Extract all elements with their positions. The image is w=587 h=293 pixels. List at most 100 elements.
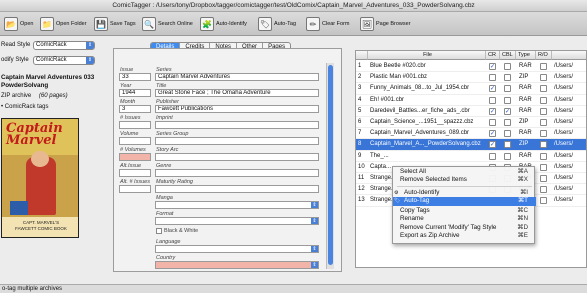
table-row[interactable]: 3 Funny_Animals_08...to_Jul_1954.cbr ✓ RAR /… bbox=[356, 83, 586, 95]
ro-checkbox[interactable] bbox=[540, 130, 547, 138]
menu-item[interactable]: Copy Tags ⌘C bbox=[393, 207, 536, 215]
ro-checkbox[interactable] bbox=[540, 119, 547, 126]
row-file: Captain_Science_...1951__spazzz.cbz bbox=[370, 119, 474, 125]
search-online-button[interactable]: 🔍 Search Online bbox=[142, 15, 193, 33]
alt-num-issues-field[interactable] bbox=[119, 185, 151, 193]
open-folder-button[interactable]: 📁 Open Folder bbox=[40, 15, 87, 33]
ro-checkbox[interactable] bbox=[540, 107, 547, 115]
column-header-cr[interactable]: CR bbox=[486, 51, 500, 60]
ro-checkbox[interactable] bbox=[540, 163, 547, 171]
menu-item[interactable]: Rename ⌘N bbox=[393, 215, 536, 223]
cbl-checkbox[interactable] bbox=[504, 74, 511, 82]
menu-item[interactable]: Select All ⌘A bbox=[393, 168, 536, 176]
num-volumes-field[interactable] bbox=[119, 153, 151, 161]
series-group-field[interactable] bbox=[155, 137, 319, 145]
bw-label: Black & White bbox=[164, 228, 199, 234]
alt-issue-field[interactable] bbox=[119, 169, 151, 177]
imprint-field[interactable] bbox=[155, 121, 319, 129]
story-arc-field[interactable] bbox=[155, 153, 319, 161]
table-row[interactable]: 9 The_... RAR/Users/ bbox=[356, 151, 586, 162]
row-index: 9 bbox=[358, 152, 362, 159]
cbl-checkbox[interactable] bbox=[504, 119, 511, 126]
cr-checkbox[interactable] bbox=[489, 152, 496, 160]
modify-style-select[interactable]: ComicRack ⇕ bbox=[33, 56, 95, 65]
month-field[interactable]: 3 bbox=[119, 105, 151, 113]
table-row[interactable]: 6 Captain_Science_...1951__spazzz.cbz ZIP /… bbox=[356, 117, 586, 129]
format-select[interactable]: ⇕ bbox=[155, 217, 319, 225]
row-path: /Users/ bbox=[554, 130, 574, 137]
save-tags-label: Save Tags bbox=[110, 21, 136, 27]
cr-checkbox[interactable]: ✓ bbox=[489, 107, 496, 115]
cr-checkbox[interactable] bbox=[489, 96, 496, 104]
genre-field[interactable] bbox=[155, 169, 319, 177]
details-scrollbar-thumb[interactable] bbox=[328, 65, 333, 265]
publisher-field[interactable]: Fawcett Publications bbox=[155, 105, 319, 113]
column-header-index[interactable] bbox=[356, 51, 368, 60]
table-row[interactable]: 8 Captain_Marvel_A..._PowderSolvang.cbz ✓ Z… bbox=[356, 139, 586, 151]
column-header-cbl[interactable]: CBL bbox=[500, 51, 516, 60]
table-row[interactable]: 5 Daredevil_Battles...er_fiche_ads_.cbr ✓ ✓… bbox=[356, 106, 586, 117]
modify-style-value: ComicRack bbox=[36, 57, 67, 63]
row-type: RAR bbox=[519, 130, 532, 137]
read-style-select[interactable]: ComicRack ⇕ bbox=[33, 41, 95, 50]
cbl-checkbox[interactable] bbox=[504, 130, 511, 138]
manga-select[interactable]: ⇕ bbox=[155, 201, 319, 209]
title-field[interactable]: Great Stone Face ; The Omaha Adventure bbox=[155, 89, 319, 97]
cover-image[interactable]: Captain Marvel CAPT. MARVEL'S FAWCETT CO… bbox=[1, 118, 79, 238]
cr-checkbox[interactable]: ✓ bbox=[489, 85, 496, 93]
cbl-checkbox[interactable] bbox=[504, 85, 511, 93]
issue-field[interactable]: 33 bbox=[119, 73, 151, 81]
cbl-checkbox[interactable] bbox=[504, 141, 511, 149]
row-type: RAR bbox=[519, 63, 532, 69]
maturity-field[interactable] bbox=[155, 185, 319, 193]
bw-checkbox[interactable] bbox=[156, 228, 162, 234]
column-header-path[interactable] bbox=[552, 51, 586, 60]
ro-checkbox[interactable] bbox=[540, 96, 547, 104]
clear-form-button[interactable]: ✏ Clear Form bbox=[306, 15, 350, 33]
menu-item[interactable]: 🏷 Auto-Tag ⌘T bbox=[393, 197, 536, 206]
table-row[interactable]: 4 Eh! #001.cbr RAR/Users/ bbox=[356, 95, 586, 106]
ro-checkbox[interactable] bbox=[540, 74, 547, 82]
menu-item[interactable]: Remove Current 'Modify' Tag Style ⌘D bbox=[393, 224, 536, 232]
ro-checkbox[interactable] bbox=[540, 175, 547, 182]
cr-checkbox[interactable] bbox=[489, 119, 496, 126]
column-header-file[interactable]: File bbox=[368, 51, 486, 60]
ro-checkbox[interactable] bbox=[540, 85, 547, 93]
row-file: Daredevil_Battles...er_fiche_ads_.cbr bbox=[370, 107, 470, 114]
column-header-ro[interactable]: R/O bbox=[536, 51, 552, 60]
table-row[interactable]: 1 Blue Beetle #020.cbr ✓ RAR/Users/ bbox=[356, 61, 586, 73]
year-field[interactable]: 1944 bbox=[119, 89, 151, 97]
menu-item[interactable]: Export as Zip Archive ⌘E bbox=[393, 232, 536, 240]
ro-checkbox[interactable] bbox=[540, 186, 547, 194]
cr-checkbox[interactable]: ✓ bbox=[489, 63, 496, 70]
archive-title: Captain Marvel Adventures 033 PowderSolv… bbox=[1, 74, 95, 89]
cbl-checkbox[interactable]: ✓ bbox=[504, 107, 511, 115]
cbl-checkbox[interactable] bbox=[504, 63, 511, 70]
menu-item[interactable]: Remove Selected Items ⌘X bbox=[393, 176, 536, 184]
cr-checkbox[interactable] bbox=[489, 74, 496, 82]
ro-checkbox[interactable] bbox=[540, 63, 547, 70]
page-browser-button[interactable]: 🖼 Page Browser bbox=[360, 15, 411, 33]
auto-tag-button[interactable]: 🏷 Auto-Tag bbox=[258, 15, 296, 33]
column-header-type[interactable]: Type bbox=[516, 51, 536, 60]
open-button[interactable]: 📂 Open bbox=[4, 15, 33, 33]
ro-checkbox[interactable] bbox=[540, 141, 547, 149]
series-field[interactable]: Captain Marvel Adventures bbox=[155, 73, 319, 81]
ro-checkbox[interactable] bbox=[540, 152, 547, 160]
cover-title: Captain Marvel bbox=[6, 122, 63, 147]
volume-field[interactable] bbox=[119, 137, 151, 145]
num-issues-field[interactable] bbox=[119, 121, 151, 129]
table-row[interactable]: 2 Plastic Man #001.cbz ZIP/Users/ bbox=[356, 72, 586, 84]
ro-checkbox[interactable] bbox=[540, 197, 547, 205]
table-row[interactable]: 7 Captain_Marvel_Adventures_089.cbr ✓ RAR/U… bbox=[356, 128, 586, 140]
save-tags-button[interactable]: 💾 Save Tags bbox=[94, 15, 136, 33]
country-select[interactable]: ⇕ bbox=[155, 261, 319, 269]
menu-item[interactable]: ⚙ Auto-Identify ⌘I bbox=[393, 189, 536, 197]
auto-identify-button[interactable]: 🧩 Auto-Identify bbox=[200, 15, 247, 33]
cbl-checkbox[interactable] bbox=[504, 96, 511, 104]
cbl-checkbox[interactable] bbox=[504, 152, 511, 160]
cr-checkbox[interactable]: ✓ bbox=[489, 141, 496, 149]
details-scrollbar[interactable] bbox=[326, 63, 334, 269]
language-select[interactable]: ⇕ bbox=[155, 245, 319, 253]
cr-checkbox[interactable]: ✓ bbox=[489, 130, 496, 138]
